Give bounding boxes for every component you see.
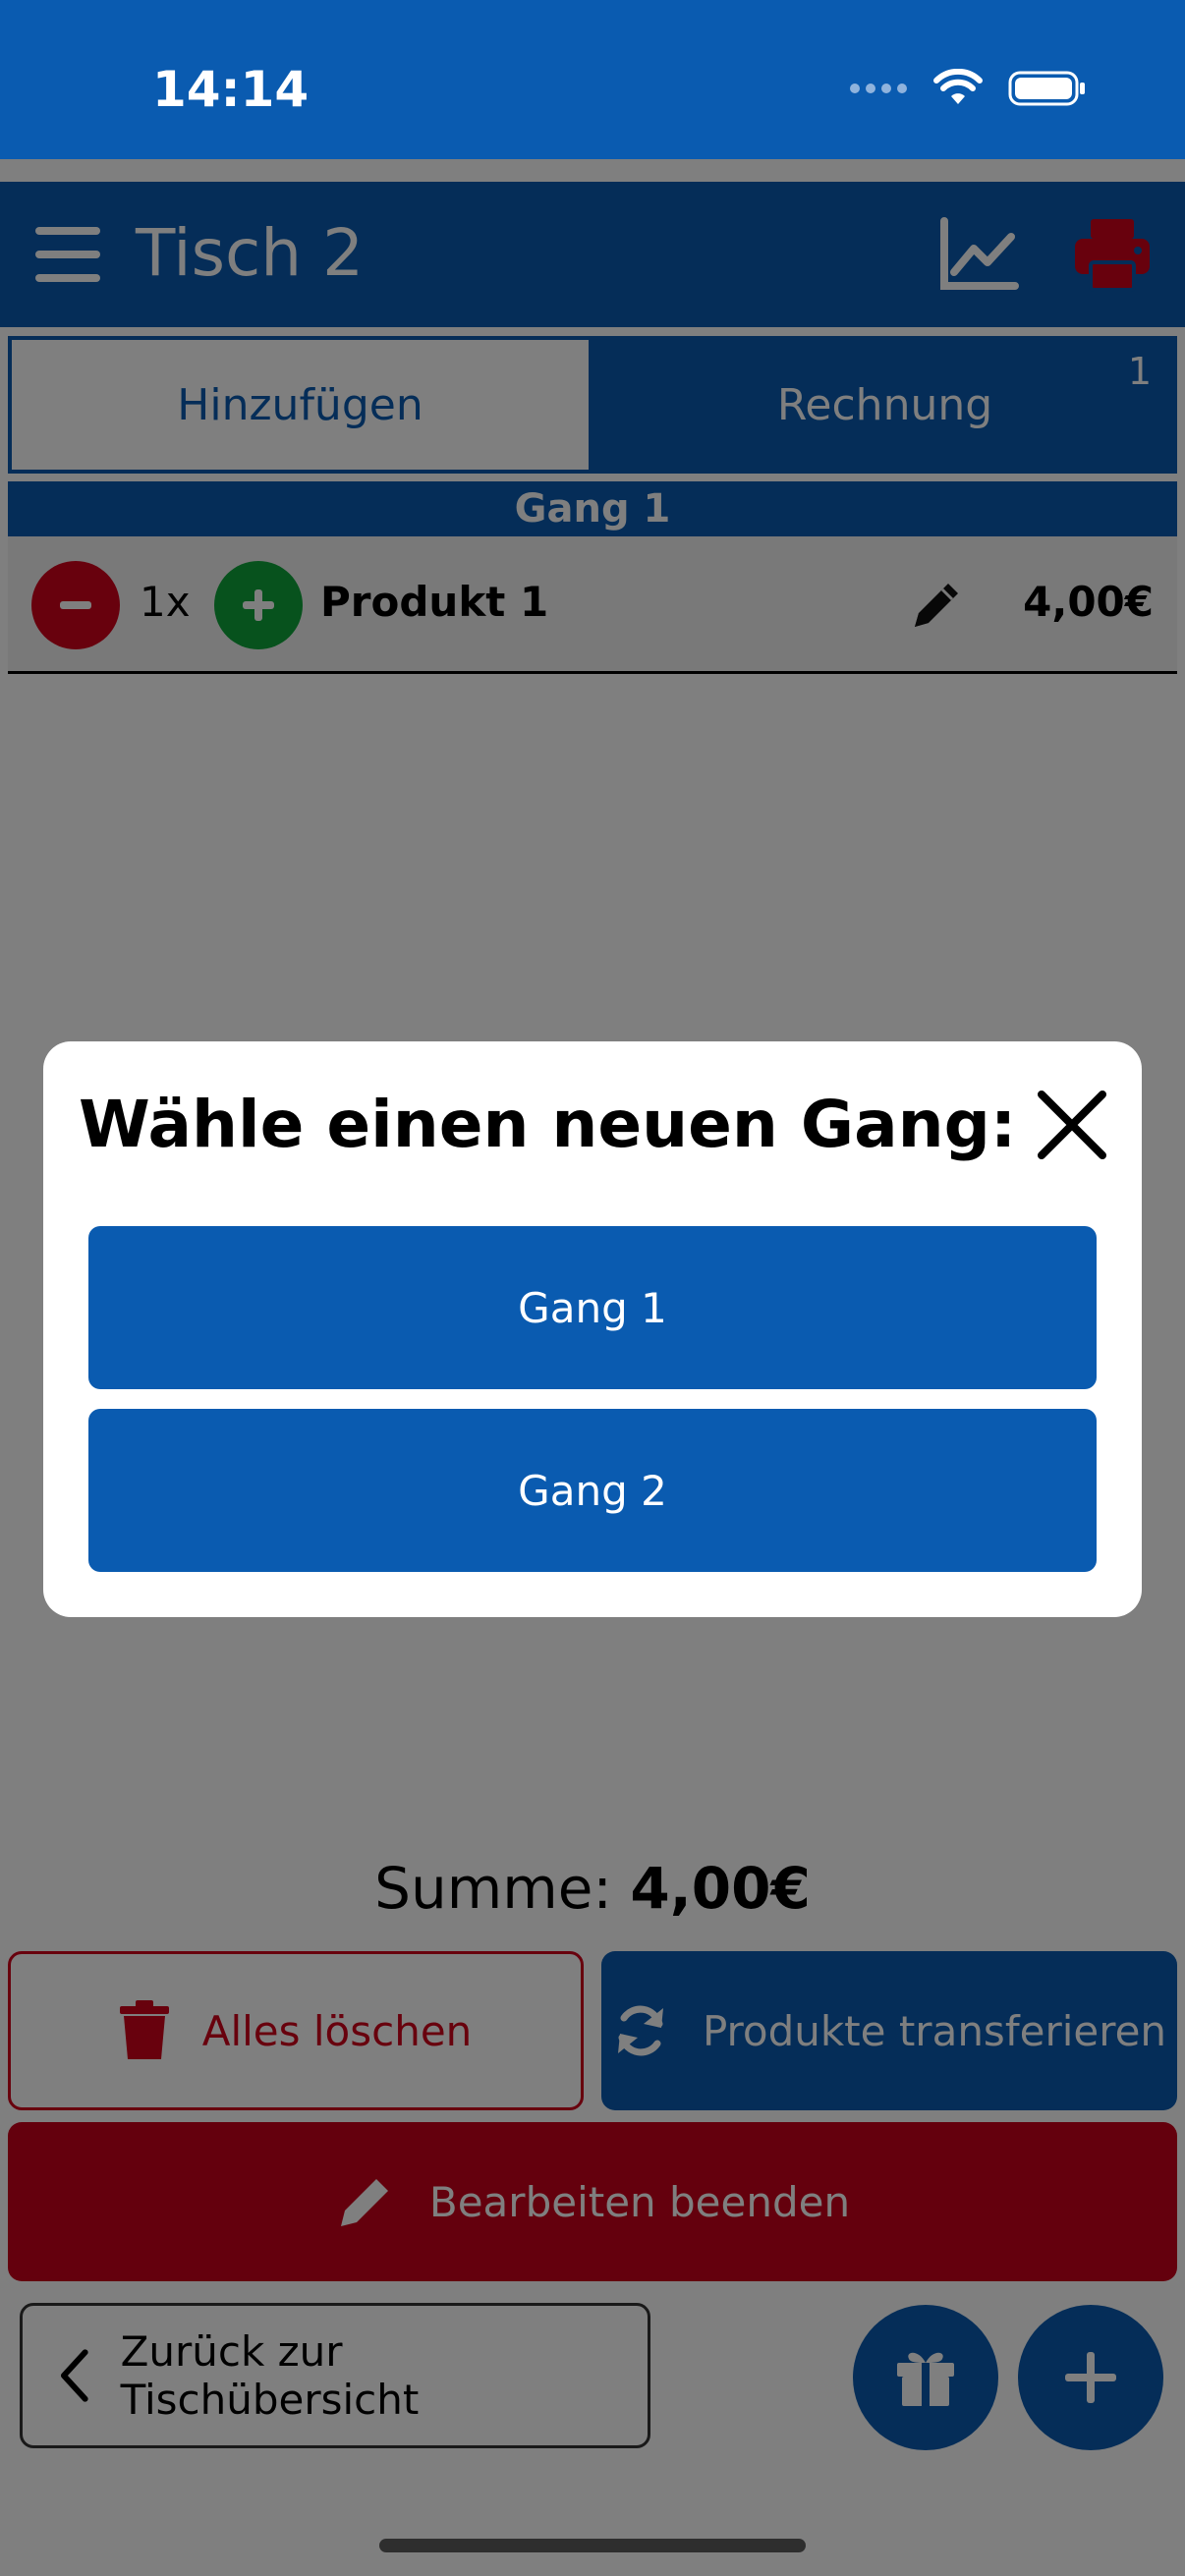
status-icons (849, 69, 1087, 108)
status-time: 14:14 (152, 61, 310, 118)
wifi-icon (933, 69, 983, 104)
course-option-1-label: Gang 1 (518, 1283, 667, 1332)
status-bar: 14:14 (0, 0, 1185, 159)
battery-icon (1008, 71, 1085, 106)
course-option-1[interactable]: Gang 1 (88, 1226, 1097, 1389)
select-course-dialog: Wähle einen neuen Gang: Gang 1 Gang 2 (43, 1041, 1142, 1617)
home-indicator (379, 2539, 806, 2552)
course-option-2-label: Gang 2 (518, 1466, 667, 1515)
signal-icon (850, 84, 907, 93)
course-option-2[interactable]: Gang 2 (88, 1409, 1097, 1572)
dialog-title: Wähle einen neuen Gang: (79, 1087, 1017, 1162)
close-icon (1038, 1091, 1106, 1159)
close-dialog-button[interactable] (1036, 1089, 1108, 1161)
